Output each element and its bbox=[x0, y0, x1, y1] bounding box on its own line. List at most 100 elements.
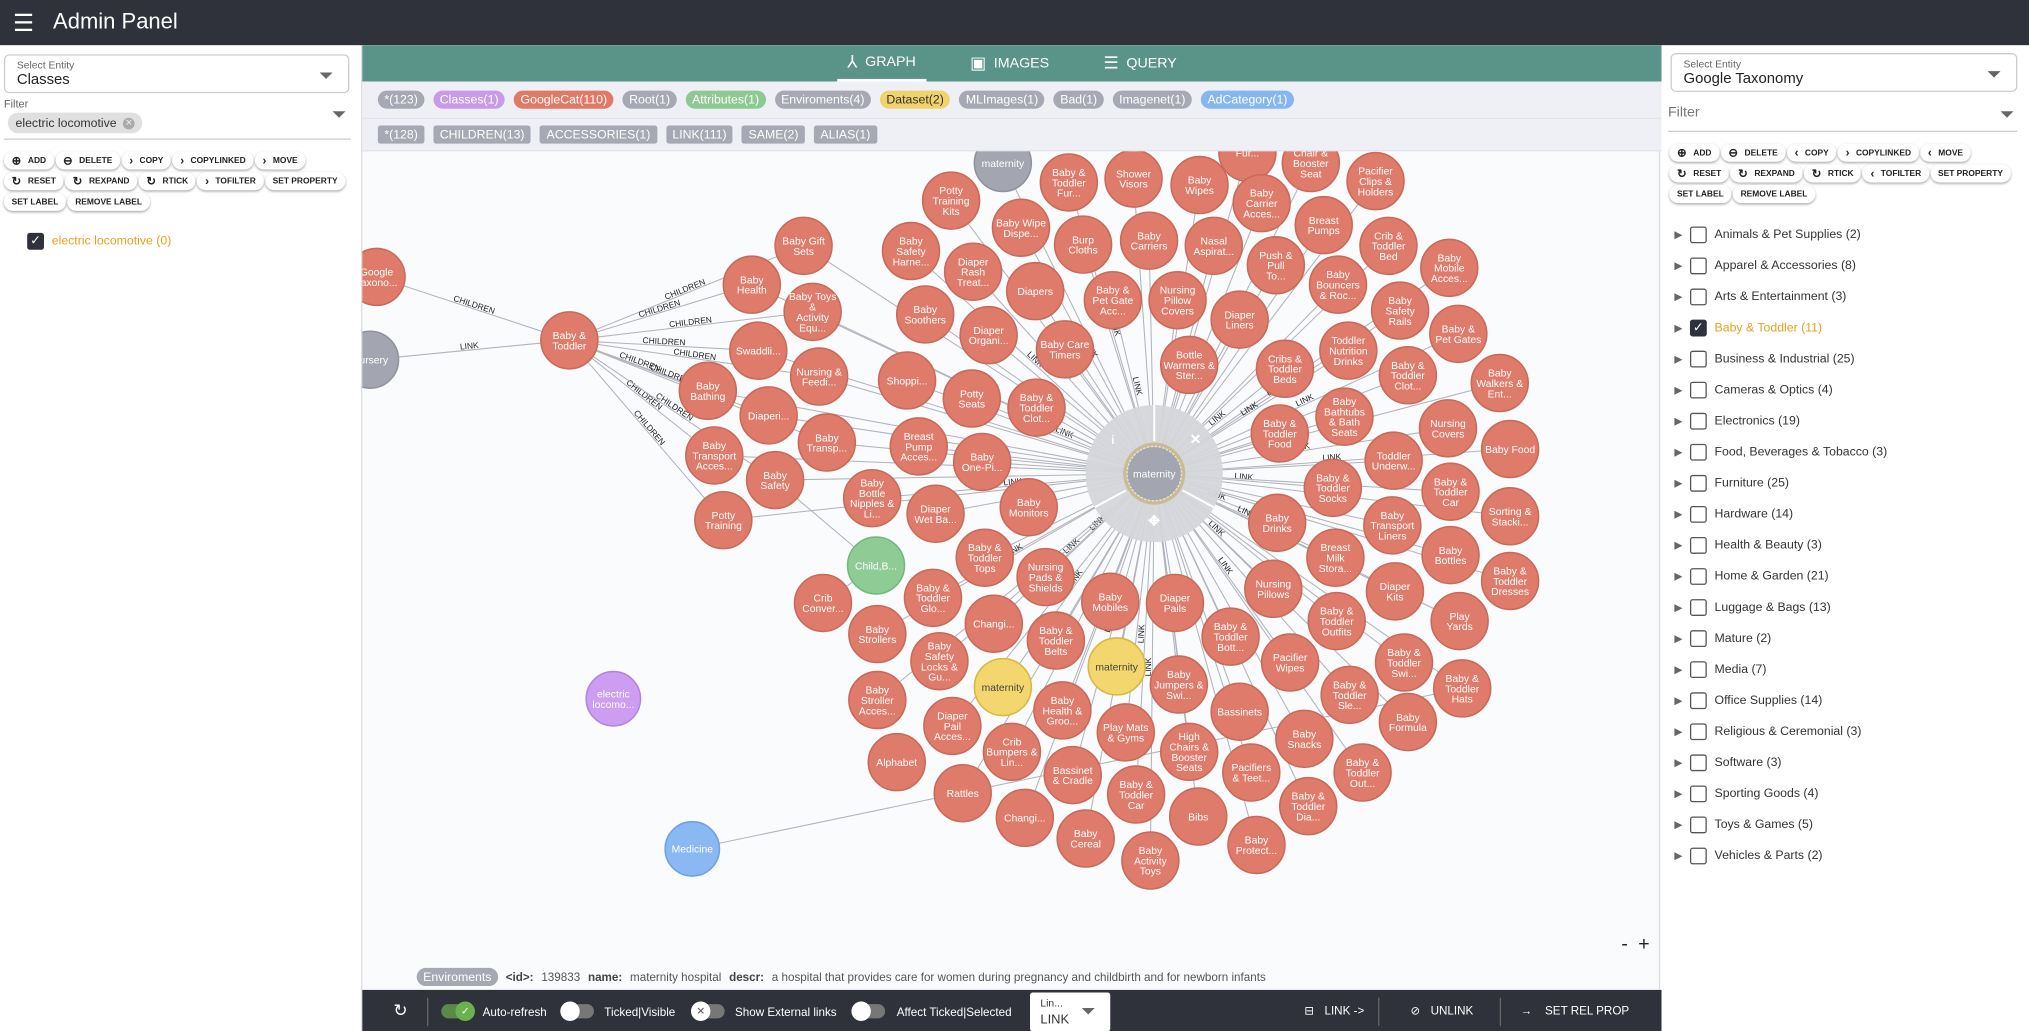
graph-node[interactable]: Baby &ToddlerFood bbox=[1250, 404, 1310, 463]
node-filter-chip[interactable]: GoogleCat(110) bbox=[514, 90, 614, 109]
rtick-button[interactable]: ↻ RTICK bbox=[138, 172, 197, 191]
rtick-button[interactable]: ↻ RTICK bbox=[1803, 164, 1862, 183]
reset-button[interactable]: ↻ RESET bbox=[3, 172, 64, 191]
graph-node[interactable]: maternity bbox=[1087, 637, 1146, 696]
graph-node[interactable]: Shoppi... bbox=[877, 351, 937, 410]
graph-node[interactable]: Nursing &Feedi... bbox=[789, 347, 849, 406]
copylinked-button[interactable]: › COPYLINKED bbox=[172, 151, 254, 170]
copylinked-button[interactable]: › COPYLINKED bbox=[1837, 143, 1919, 162]
graph-node[interactable]: Rattles bbox=[933, 763, 992, 823]
graph-node[interactable]: Push &PullTo... bbox=[1246, 236, 1306, 295]
zoom-out-button[interactable]: - bbox=[1621, 933, 1627, 955]
graph-node[interactable]: DiaperOrgani... bbox=[959, 305, 1018, 365]
graph-node[interactable]: CribBumpers &Lin... bbox=[982, 722, 1042, 782]
graph-node[interactable]: Baby &ToddlerOut... bbox=[1333, 743, 1392, 802]
graph-node[interactable]: Crib &ToddlerBed bbox=[1359, 216, 1418, 276]
edge-filter-chip[interactable]: CHILDREN(13) bbox=[433, 125, 531, 144]
expand-arrow-icon[interactable]: ▶ bbox=[1674, 446, 1690, 458]
unlink-button[interactable]: ⊘ UNLINK bbox=[1410, 1004, 1473, 1018]
move-icon[interactable]: ✥ bbox=[1148, 513, 1160, 529]
add-button[interactable]: ⊕ ADD bbox=[1669, 143, 1720, 162]
graph-node[interactable]: Baby GiftSets bbox=[774, 216, 833, 276]
graph-node[interactable]: Baby &ToddlerCar bbox=[1421, 462, 1480, 521]
link-type-select[interactable]: Lin... LINK bbox=[1030, 992, 1111, 1031]
graph-node[interactable]: BabySoothers bbox=[895, 285, 955, 344]
zoom-in-button[interactable]: + bbox=[1638, 933, 1649, 955]
tofilter-button[interactable]: › TOFILTER bbox=[197, 172, 264, 191]
tree-item[interactable]: ▶ Apparel & Accessories (8) bbox=[1674, 256, 1856, 274]
checkbox[interactable] bbox=[1689, 443, 1707, 461]
graph-node[interactable]: electriclocomo... bbox=[585, 670, 642, 727]
tree-item[interactable]: ▶ Software (3) bbox=[1674, 753, 1782, 771]
graph-node[interactable]: BabyMobileAcces... bbox=[1420, 238, 1479, 298]
tree-item[interactable]: ▶ Food, Beverages & Tobacco (3) bbox=[1674, 443, 1887, 461]
edge-filter-chip[interactable]: ALIAS(1) bbox=[813, 125, 877, 144]
expand-arrow-icon[interactable]: ▶ bbox=[1674, 259, 1690, 271]
node-filter-chip[interactable]: Dataset(2) bbox=[879, 90, 951, 109]
rexpand-button[interactable]: ↻ REXPAND bbox=[1730, 164, 1803, 183]
graph-node[interactable]: Baby &Pet GateAcc... bbox=[1083, 270, 1143, 330]
node-filter-chip[interactable]: Imagenet(1) bbox=[1112, 90, 1192, 109]
graph-node[interactable]: Baby &ToddlerBelts bbox=[1026, 611, 1086, 670]
graph-node[interactable]: ShowerVisors bbox=[1104, 151, 1163, 208]
link-button[interactable]: ⊟ LINK -> bbox=[1304, 1004, 1364, 1018]
graph-node[interactable]: BabyJumpers &Swi... bbox=[1149, 655, 1209, 714]
tree-item[interactable]: ▶ Toys & Games (5) bbox=[1674, 815, 1813, 833]
node-filter-chip[interactable]: Bad(1) bbox=[1053, 90, 1104, 109]
tree-item[interactable]: ▶ Office Supplies (14) bbox=[1674, 691, 1822, 709]
checkbox[interactable] bbox=[1689, 753, 1707, 771]
graph-node[interactable]: BreastPumpAcces... bbox=[889, 417, 948, 476]
graph-node[interactable]: NasalAspirat... bbox=[1184, 216, 1244, 276]
tree-item[interactable]: ▶ Home & Garden (21) bbox=[1674, 567, 1829, 585]
move-button[interactable]: › MOVE bbox=[254, 151, 306, 170]
graph-node[interactable]: BabyTransp... bbox=[797, 413, 857, 472]
ticked-visible-toggle[interactable] bbox=[560, 1001, 594, 1021]
info-icon[interactable]: i bbox=[1111, 434, 1114, 447]
checkbox[interactable] bbox=[1689, 784, 1707, 802]
expand-arrow-icon[interactable]: ▶ bbox=[1674, 850, 1690, 862]
expand-arrow-icon[interactable]: ▶ bbox=[1674, 228, 1690, 240]
move-button[interactable]: ‹ MOVE bbox=[1920, 143, 1971, 162]
filter-input[interactable]: Filter bbox=[1668, 105, 1700, 121]
graph-node[interactable]: BabySafety bbox=[745, 450, 805, 510]
edge-filter-chip[interactable]: *(128) bbox=[377, 125, 425, 144]
graph-node[interactable]: BabyOne-Pi... bbox=[952, 432, 1012, 492]
edge-filter-chip[interactable]: ACCESSORIES(1) bbox=[540, 125, 657, 144]
remove-label-button[interactable]: REMOVE LABEL bbox=[1732, 185, 1816, 204]
graph-node[interactable]: CribConver... bbox=[793, 573, 853, 633]
tree-item[interactable]: ▶ Electronics (19) bbox=[1674, 411, 1800, 429]
expand-arrow-icon[interactable]: ▶ bbox=[1674, 291, 1690, 303]
checkbox[interactable] bbox=[1689, 505, 1707, 523]
graph-node[interactable]: HighChairs &BoosterSeats bbox=[1159, 722, 1219, 782]
checkbox[interactable] bbox=[1689, 381, 1707, 398]
expand-arrow-icon[interactable]: ▶ bbox=[1674, 787, 1690, 799]
checkbox[interactable] bbox=[1689, 536, 1707, 554]
graph-node[interactable]: BabySafetyLocks &Gu... bbox=[910, 631, 969, 691]
graph-node[interactable]: BreastMilkStora... bbox=[1306, 528, 1365, 587]
graph-node[interactable]: PlayYards bbox=[1430, 591, 1489, 651]
graph-node[interactable]: Baby &ToddlerTops bbox=[955, 528, 1014, 587]
checkbox[interactable] bbox=[1689, 474, 1707, 492]
tree-item[interactable]: ▶ Business & Industrial (25) bbox=[1674, 349, 1855, 367]
auto-refresh-toggle[interactable]: ✓ bbox=[441, 1001, 475, 1021]
selected-node[interactable]: maternity i ✕ ✥ bbox=[1085, 405, 1223, 543]
expand-arrow-icon[interactable]: ▶ bbox=[1674, 601, 1690, 613]
graph-node[interactable]: maternity bbox=[973, 657, 1033, 717]
graph-node[interactable]: NursingCovers bbox=[1418, 399, 1478, 458]
checkbox[interactable] bbox=[1689, 815, 1707, 833]
graph-node[interactable]: Diapers bbox=[1005, 261, 1065, 321]
menu-icon[interactable]: ☰ bbox=[13, 10, 34, 37]
expand-arrow-icon[interactable]: ▶ bbox=[1674, 570, 1690, 582]
graph-node[interactable]: Baby &ToddlerClot... bbox=[1007, 378, 1066, 437]
entity-select[interactable]: Select Entity Classes bbox=[3, 54, 350, 94]
node-filter-chip[interactable]: Root(1) bbox=[622, 90, 677, 109]
edge-filter-chip[interactable]: SAME(2) bbox=[742, 125, 805, 144]
graph-node[interactable]: BabyStrollerAcces... bbox=[848, 670, 907, 730]
graph-node[interactable]: BabyCereal bbox=[1056, 809, 1115, 868]
tab-graph[interactable]: ⅄ GRAPH bbox=[836, 45, 927, 82]
graph-node[interactable]: Baby &ToddlerDia... bbox=[1278, 776, 1338, 836]
graph-node[interactable]: Baby &ToddlerFur... bbox=[1039, 153, 1099, 212]
delete-button[interactable]: ⊖ DELETE bbox=[55, 151, 121, 170]
graph-node[interactable]: Nursery bbox=[362, 330, 400, 389]
tree-item[interactable]: ▶ Arts & Entertainment (3) bbox=[1674, 287, 1846, 305]
